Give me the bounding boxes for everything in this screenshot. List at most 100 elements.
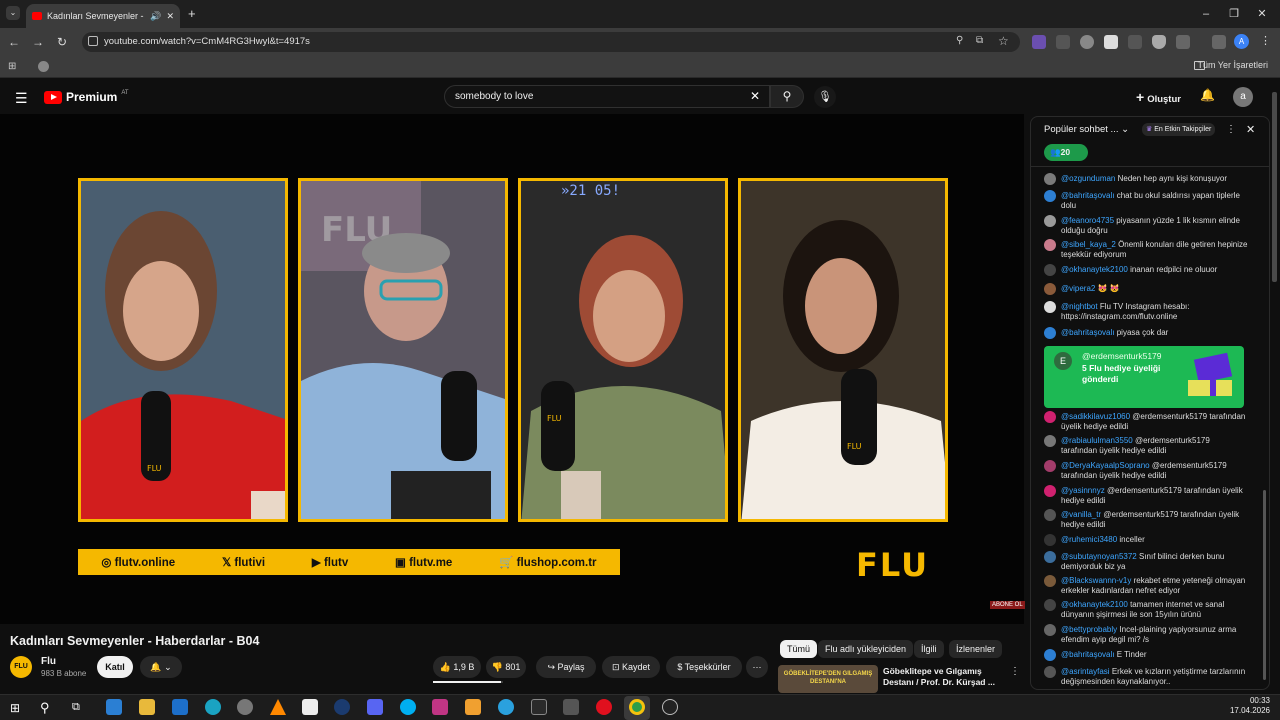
subscribe-watermark[interactable]: ABONE OL [990, 601, 1025, 609]
tab-search-button[interactable]: ⌄ [6, 6, 20, 20]
extensions-puzzle-icon[interactable] [1176, 35, 1190, 49]
microphone-icon[interactable]: 🎙 [814, 86, 836, 108]
chat-avatar[interactable] [1044, 264, 1056, 276]
browser-tab[interactable]: Kadınları Sevmeyenler - Ha 🔊 ✕ [26, 4, 180, 28]
tab-close-icon[interactable]: ✕ [166, 11, 174, 22]
opera-icon[interactable] [596, 699, 612, 715]
system-clock[interactable]: 00:33 17.04.2026 [1230, 696, 1270, 716]
chat-avatar[interactable] [1044, 534, 1056, 546]
like-button[interactable]: 👍 1,9 B [433, 656, 481, 678]
chat-username[interactable]: @bettyprobably [1061, 625, 1117, 634]
search-button[interactable]: ⚲ [770, 85, 804, 108]
chat-avatar[interactable] [1044, 624, 1056, 636]
zoom-icon[interactable]: ⚲ [956, 35, 963, 46]
chat-username[interactable]: @bahritaşovalı [1061, 191, 1114, 200]
subscription-bell-button[interactable]: 🔔 ⌄ [140, 656, 182, 678]
extension-icon[interactable] [1128, 35, 1142, 49]
chat-username[interactable]: @okhanaytek2100 [1061, 265, 1128, 274]
back-icon[interactable]: ← [6, 34, 22, 50]
chat-username[interactable]: @okhanaytek2100 [1061, 600, 1128, 609]
bookmark-star-icon[interactable]: ☆ [998, 34, 1009, 48]
chat-avatar[interactable] [1044, 301, 1056, 313]
channel-name[interactable]: Flu [41, 656, 56, 667]
chat-avatar[interactable] [1044, 551, 1056, 563]
recommended-thumbnail[interactable]: GÖBEKLİTEPE'DEN GILGAMIŞ DESTANI'NA [778, 665, 878, 693]
chat-username[interactable]: @DeryaKayaalpSoprano [1061, 461, 1150, 470]
extension-icon[interactable] [1056, 35, 1070, 49]
chat-close-icon[interactable]: ✕ [1246, 123, 1255, 136]
calculator-icon[interactable] [563, 699, 579, 715]
hamburger-menu-icon[interactable]: ☰ [15, 90, 28, 107]
chat-username[interactable]: @vanilla_tr [1061, 510, 1101, 519]
recommended-menu-icon[interactable]: ⋮ [1010, 666, 1020, 677]
chat-avatar[interactable] [1044, 411, 1056, 423]
store-icon[interactable] [106, 699, 122, 715]
chip-watched[interactable]: İzlenenler [949, 640, 1003, 658]
capcut-icon[interactable] [302, 699, 318, 715]
outlook-icon[interactable] [172, 699, 188, 715]
shield-icon[interactable] [1152, 35, 1166, 49]
chip-related[interactable]: İlgili [914, 640, 944, 658]
user-avatar[interactable]: a [1233, 87, 1253, 107]
more-actions-button[interactable]: ⋯ [746, 656, 768, 678]
file-explorer-icon[interactable] [139, 699, 155, 715]
chat-username[interactable]: @nightbot [1061, 302, 1098, 311]
media-icon[interactable] [1212, 35, 1226, 49]
chat-scrollbar[interactable] [1263, 490, 1266, 680]
extension-icon[interactable] [1080, 35, 1094, 49]
join-button[interactable]: Katıl [97, 656, 133, 678]
chat-username[interactable]: @bahritaşovalı [1061, 328, 1114, 337]
chat-avatar[interactable] [1044, 485, 1056, 497]
notifications-bell-icon[interactable]: 🔔 [1200, 88, 1215, 102]
apps-grid-icon[interactable]: ⊞ [8, 61, 16, 72]
search-input[interactable]: somebody to love [444, 85, 770, 108]
chat-avatar[interactable] [1044, 190, 1056, 202]
create-button[interactable]: + Oluştur [1130, 87, 1187, 107]
chat-username[interactable]: @feanoro4735 [1061, 216, 1114, 225]
steam-icon[interactable] [334, 699, 350, 715]
extension-icon[interactable] [1104, 35, 1118, 49]
skype-icon[interactable] [400, 699, 416, 715]
restore-button[interactable]: ❐ [1224, 6, 1244, 22]
share-button[interactable]: ↪ Paylaş [536, 656, 596, 678]
chat-avatar[interactable] [1044, 435, 1056, 447]
taskbar-search-icon[interactable]: ⚲ [40, 700, 50, 716]
viewer-count-pill[interactable]: 👥20 [1044, 144, 1088, 161]
menu-kebab-icon[interactable]: ⋮ [1260, 34, 1271, 47]
edge-icon[interactable] [205, 699, 221, 715]
chat-avatar[interactable] [1044, 327, 1056, 339]
extension-icon[interactable] [1032, 35, 1046, 49]
chat-more-icon[interactable]: ⋮ [1226, 124, 1236, 135]
chrome-icon[interactable] [629, 699, 645, 715]
chat-avatar[interactable] [1044, 666, 1056, 678]
chat-username[interactable]: @sadikkilavuz1060 [1061, 412, 1130, 421]
profile-avatar[interactable]: A [1234, 34, 1249, 49]
chat-username[interactable]: @bahritaşovalı [1061, 650, 1114, 659]
all-bookmarks-label[interactable]: Tüm Yer İşaretleri [1197, 60, 1268, 70]
new-tab-button[interactable]: + [188, 6, 196, 21]
chat-avatar[interactable] [1044, 460, 1056, 472]
chat-username[interactable]: @subutaynoyan5372 [1061, 552, 1137, 561]
page-scrollbar[interactable] [1272, 92, 1277, 282]
chat-username[interactable]: @rabiaululman3550 [1061, 436, 1133, 445]
chat-username[interactable]: @vipera2 [1061, 284, 1095, 293]
dislike-button[interactable]: 👎 801 [486, 656, 526, 678]
save-button[interactable]: ⊡ Kaydet [602, 656, 660, 678]
chat-mode-label[interactable]: Popüler sohbet ... ⌄ [1044, 124, 1129, 135]
chat-avatar[interactable] [1044, 215, 1056, 227]
chat-avatar[interactable] [1044, 283, 1056, 295]
channel-avatar[interactable]: FLU [10, 656, 32, 678]
chat-username[interactable]: @ruhemici3480 [1061, 535, 1117, 544]
telegram-icon[interactable] [498, 699, 514, 715]
chat-username[interactable]: @asrintayfasi [1061, 667, 1110, 676]
top-supporters-badge[interactable]: ♛ En Etkin Takipçiler [1142, 123, 1216, 136]
chat-username[interactable]: @sibel_kaya_2 [1061, 240, 1116, 249]
recommended-title[interactable]: Göbeklitepe ve Gılgamış Destanı / Prof. … [883, 666, 1001, 688]
epic-games-icon[interactable] [531, 699, 547, 715]
close-window-button[interactable]: ✕ [1252, 6, 1272, 22]
minimize-button[interactable]: – [1196, 6, 1216, 22]
app-icon[interactable] [465, 699, 481, 715]
chat-avatar[interactable] [1044, 649, 1056, 661]
app-icon[interactable] [237, 699, 253, 715]
reload-icon[interactable]: ↻ [54, 34, 70, 50]
